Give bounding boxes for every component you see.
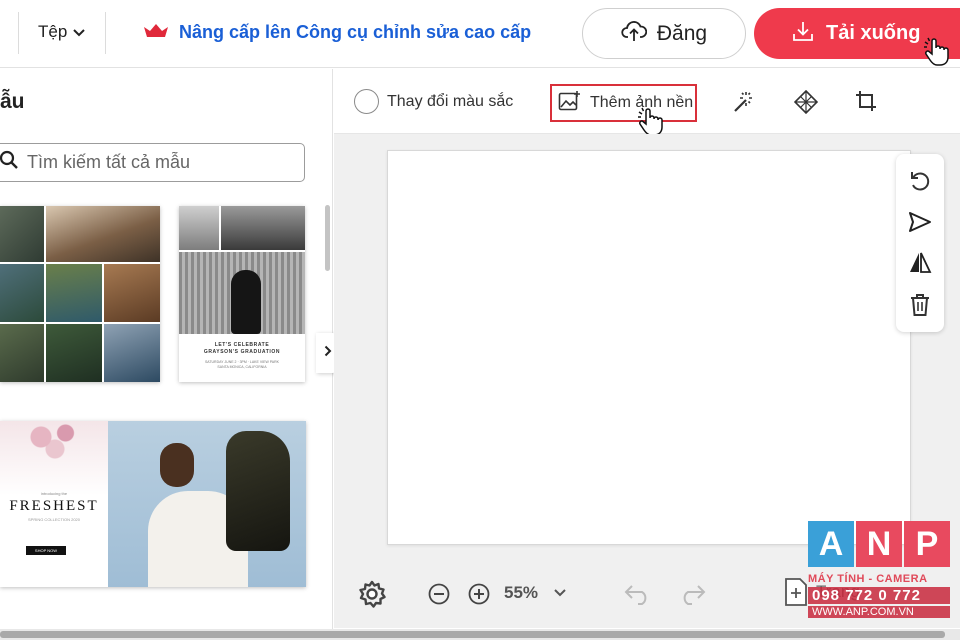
freshest-title: FRESHEST [9,498,99,514]
collage-photo [104,264,160,322]
watermark-letter: N [856,521,902,567]
divider [105,12,106,54]
collage-photo [0,324,44,382]
magic-wand-icon[interactable] [732,90,756,119]
flip-icon[interactable] [908,251,932,275]
watermark-website: WWW.ANP.COM.VN [808,606,950,618]
search-input[interactable] [27,152,287,173]
delete-icon[interactable] [909,293,931,317]
watermark-phone: 098 772 0 772 [808,587,950,604]
template-thumbnail-collage[interactable] [0,206,160,382]
zoom-level[interactable]: 55% [504,583,538,603]
freshest-photo [108,421,306,587]
file-menu-label: Tệp [38,22,68,41]
freshest-subtitle: SPRING COLLECTION 2020 [27,517,81,522]
share-button-label: Đăng [656,21,708,45]
upgrade-link[interactable]: Nâng cấp lên Công cụ chỉnh sửa cao cấp [143,22,531,43]
freshest-small-text: introducing the [40,491,68,496]
template-thumbnail-graduation[interactable]: LET'S CELEBRATE GRAYSON'S GRADUATION SAT… [179,206,305,382]
pointer-hand-icon [922,37,954,72]
watermark-logo: A N P [808,521,950,567]
share-button[interactable]: Đăng [582,8,746,59]
download-icon [792,20,814,48]
collage-photo [46,324,102,382]
file-menu[interactable]: Tệp [38,22,86,42]
download-button-label: Tải xuống [826,22,921,44]
chevron-down-icon [73,22,86,42]
panel-scrollbar[interactable] [325,205,330,271]
redo-icon[interactable] [678,583,706,605]
element-side-tools [896,154,944,332]
watermark-tagline: MÁY TÍNH - CAMERA [808,573,928,585]
divider [18,12,19,54]
anp-watermark: A N P MÁY TÍNH - CAMERA 098 772 0 772 WW… [808,521,950,629]
template-search [0,143,305,182]
panel-title: ẫu [0,90,25,113]
rotate-icon[interactable] [908,169,932,193]
change-color-tool[interactable]: Thay đổi màu sắc [354,89,513,114]
crown-icon [143,22,169,43]
graduation-heading: LET'S CELEBRATE GRAYSON'S GRADUATION [203,342,281,355]
watermark-letter: A [808,521,854,567]
add-image-icon [558,90,582,117]
add-background-image-tool[interactable]: Thêm ảnh nền [550,84,697,122]
freshest-shop-button: SHOP NOW [26,546,66,555]
color-circle-icon [354,89,379,114]
crop-icon[interactable] [855,90,877,117]
horizontal-scrollbar[interactable] [0,629,960,640]
upgrade-text: Nâng cấp lên Công cụ chỉnh sửa cao cấp [179,22,532,42]
send-icon[interactable] [908,211,932,233]
zoom-in-icon[interactable] [468,583,490,605]
pattern-icon[interactable] [793,89,819,119]
undo-icon[interactable] [624,583,652,605]
upload-cloud-icon [621,20,648,48]
template-thumbnail-freshest[interactable]: introducing the FRESHEST SPRING COLLECTI… [0,421,306,587]
graduation-details: SATURDAY JUNE 2 · 3PM · LAKE VIEW PARK S… [204,360,280,369]
change-color-label: Thay đổi màu sắc [387,92,514,110]
chevron-right-icon [324,344,332,362]
collage-photo [0,206,44,262]
freshest-text-area: introducing the FRESHEST SPRING COLLECTI… [0,421,108,587]
settings-gear-icon[interactable] [358,580,386,608]
collage-photo [46,264,102,322]
top-bar: Tệp Nâng cấp lên Công cụ chỉnh sửa cao c… [0,0,960,68]
collage-photo [46,206,160,262]
watermark-letter: P [904,521,950,567]
templates-panel: ẫu LET'S CELEBRATE GRAYSON'S GRADUATION … [0,69,340,629]
graduation-top-photos [179,206,305,250]
zoom-out-icon[interactable] [428,583,450,605]
search-icon [0,150,19,175]
collage-photo [104,324,160,382]
design-page[interactable] [387,150,911,545]
blossom-decoration [20,421,90,461]
graduation-photo [179,252,305,334]
editor-toolbar: Thay đổi màu sắc Thêm ảnh nền [334,69,960,136]
chevron-down-icon[interactable] [554,589,566,597]
collage-photo [0,264,44,322]
